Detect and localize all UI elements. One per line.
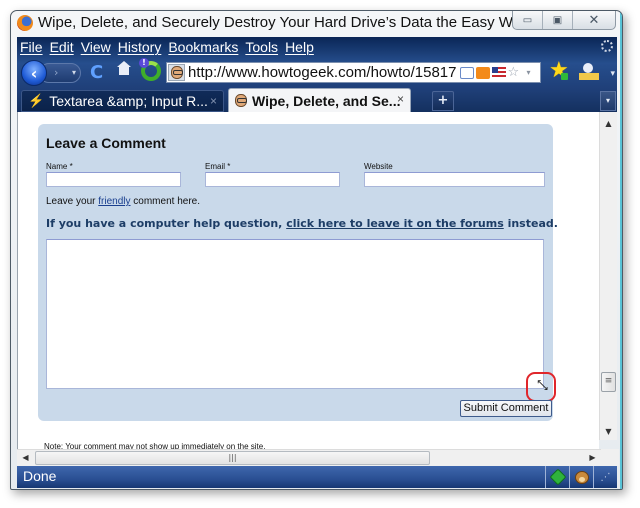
intro-text: Leave your — [46, 196, 99, 207]
rss-feed-icon[interactable] — [475, 66, 490, 79]
navigation-toolbar: › ▾ ‹ C ! http://www.howtogeek.com/howto… — [17, 57, 617, 87]
close-button[interactable]: ✕ — [573, 11, 615, 29]
scrollbar-corner — [601, 449, 619, 466]
help-text-suffix: instead. — [503, 217, 558, 230]
email-label: Email * — [205, 162, 231, 171]
back-button[interactable]: ‹ — [21, 60, 47, 86]
url-bar-icons: ☆ ▾ — [459, 66, 531, 79]
status-icons: ⋰ — [545, 466, 617, 488]
website-field[interactable] — [364, 172, 545, 187]
email-field[interactable] — [205, 172, 340, 187]
forums-link[interactable]: click here to leave it on the forums — [286, 217, 504, 230]
home-icon[interactable] — [117, 61, 131, 77]
menu-edit[interactable]: Edit — [50, 39, 74, 55]
status-bar: Done ⋰ — [17, 466, 617, 488]
addons-tools-icon[interactable] — [579, 63, 599, 81]
tab-wipe-delete[interactable]: Wipe, Delete, and Se... × — [228, 88, 411, 112]
tab-close-icon[interactable]: × — [397, 92, 404, 106]
alert-badge-icon: ! — [139, 58, 149, 68]
menu-view[interactable]: View — [81, 39, 111, 55]
resize-handle-highlight — [526, 372, 556, 402]
site-identity-button[interactable] — [168, 64, 185, 81]
website-label: Website — [364, 162, 393, 171]
status-cell-greasemonkey[interactable] — [569, 466, 593, 488]
help-notice: If you have a computer help question, cl… — [46, 217, 558, 230]
comment-heading: Leave a Comment — [46, 135, 166, 151]
page-content: Leave a Comment Name * Email * Website L… — [17, 112, 599, 449]
browser-window: Wipe, Delete, and Securely Destroy Your … — [10, 10, 623, 490]
browser-chrome: File Edit View History Bookmarks Tools H… — [17, 37, 617, 112]
tab-bar: ⚡ Textarea &amp; Input R... × Wipe, Dele… — [17, 87, 617, 112]
reload-icon[interactable]: C — [90, 62, 103, 83]
back-arrow-icon: ‹ — [30, 63, 38, 83]
comment-note: Note: Your comment may not show up immed… — [44, 442, 266, 449]
firefox-icon — [17, 15, 33, 31]
tab-close-icon[interactable]: × — [210, 94, 217, 108]
resize-grip-icon: ⋰ — [600, 471, 611, 483]
screenshot-icon[interactable] — [459, 66, 474, 79]
window-controls: ▭ ▣ ✕ — [512, 11, 616, 30]
howtogeek-favicon-icon — [170, 66, 183, 79]
howtogeek-favicon-icon — [235, 94, 247, 107]
menu-bookmarks[interactable]: Bookmarks — [168, 39, 238, 55]
history-dropdown-icon[interactable]: ▾ — [72, 64, 76, 82]
add-bookmark-icon[interactable]: ★ — [549, 60, 569, 82]
scroll-down-icon[interactable]: ▼ — [600, 423, 617, 440]
toolbar-overflow-icon[interactable]: ▾ — [610, 69, 615, 79]
greasemonkey-icon — [574, 470, 589, 484]
minimize-button[interactable]: ▭ — [513, 11, 543, 29]
tab-textarea-input[interactable]: ⚡ Textarea &amp; Input R... × — [21, 90, 224, 112]
new-tab-button[interactable]: + — [432, 91, 454, 111]
window-title: Wipe, Delete, and Securely Destroy Your … — [38, 14, 565, 31]
vertical-scroll-thumb[interactable]: ≡ — [601, 372, 616, 392]
forward-arrow-icon: › — [54, 66, 59, 79]
comment-form: Leave a Comment Name * Email * Website L… — [38, 124, 558, 421]
tab-label: Textarea &amp; Input R... — [49, 93, 208, 109]
intro-text-suffix: comment here. — [130, 196, 200, 207]
vertical-scrollbar[interactable]: ▲ ≡ ▼ — [599, 112, 617, 440]
scroll-left-icon[interactable]: ◀ — [17, 450, 34, 466]
menu-history[interactable]: History — [118, 39, 162, 55]
title-bar: Wipe, Delete, and Securely Destroy Your … — [11, 11, 622, 37]
url-bar[interactable]: http://www.howtogeek.com/howto/15817 ☆ ▾ — [166, 62, 541, 83]
friendly-link[interactable]: friendly — [98, 196, 130, 207]
status-text: Done — [23, 468, 57, 484]
maximize-button[interactable]: ▣ — [543, 11, 573, 29]
submit-comment-button[interactable]: Submit Comment — [460, 400, 552, 417]
name-field[interactable] — [46, 172, 181, 187]
tab-label: Wipe, Delete, and Se... — [252, 92, 401, 109]
url-input[interactable]: http://www.howtogeek.com/howto/15817 — [188, 64, 457, 81]
horizontal-scroll-thumb[interactable]: ||| — [35, 451, 430, 465]
url-dropdown-icon[interactable]: ▾ — [527, 68, 531, 77]
comment-textarea[interactable] — [46, 239, 544, 389]
menu-bar: File Edit View History Bookmarks Tools H… — [17, 37, 617, 57]
addon-status-icon[interactable]: ! — [139, 58, 161, 81]
status-cell-gem[interactable] — [545, 466, 569, 488]
lightning-favicon-icon: ⚡ — [28, 93, 45, 108]
us-flag-icon[interactable] — [491, 66, 506, 79]
menu-help[interactable]: Help — [285, 39, 314, 55]
name-label: Name * — [46, 162, 73, 171]
bookmark-star-icon[interactable]: ☆ — [508, 66, 522, 79]
list-all-tabs-button[interactable]: ▾ — [600, 91, 616, 111]
menu-tools[interactable]: Tools — [245, 39, 278, 55]
resize-grip[interactable]: ⋰ — [593, 466, 617, 488]
scroll-right-icon[interactable]: ▶ — [584, 450, 601, 466]
help-text: If you have a computer help question, — [46, 217, 287, 230]
green-gem-icon — [549, 468, 566, 486]
menu-file[interactable]: File — [20, 39, 43, 55]
comment-intro: Leave your friendly comment here. — [46, 196, 200, 207]
throbber-icon — [601, 40, 613, 52]
horizontal-scrollbar[interactable]: ◀ ||| ▶ — [17, 449, 601, 466]
scroll-up-icon[interactable]: ▲ — [600, 115, 617, 132]
